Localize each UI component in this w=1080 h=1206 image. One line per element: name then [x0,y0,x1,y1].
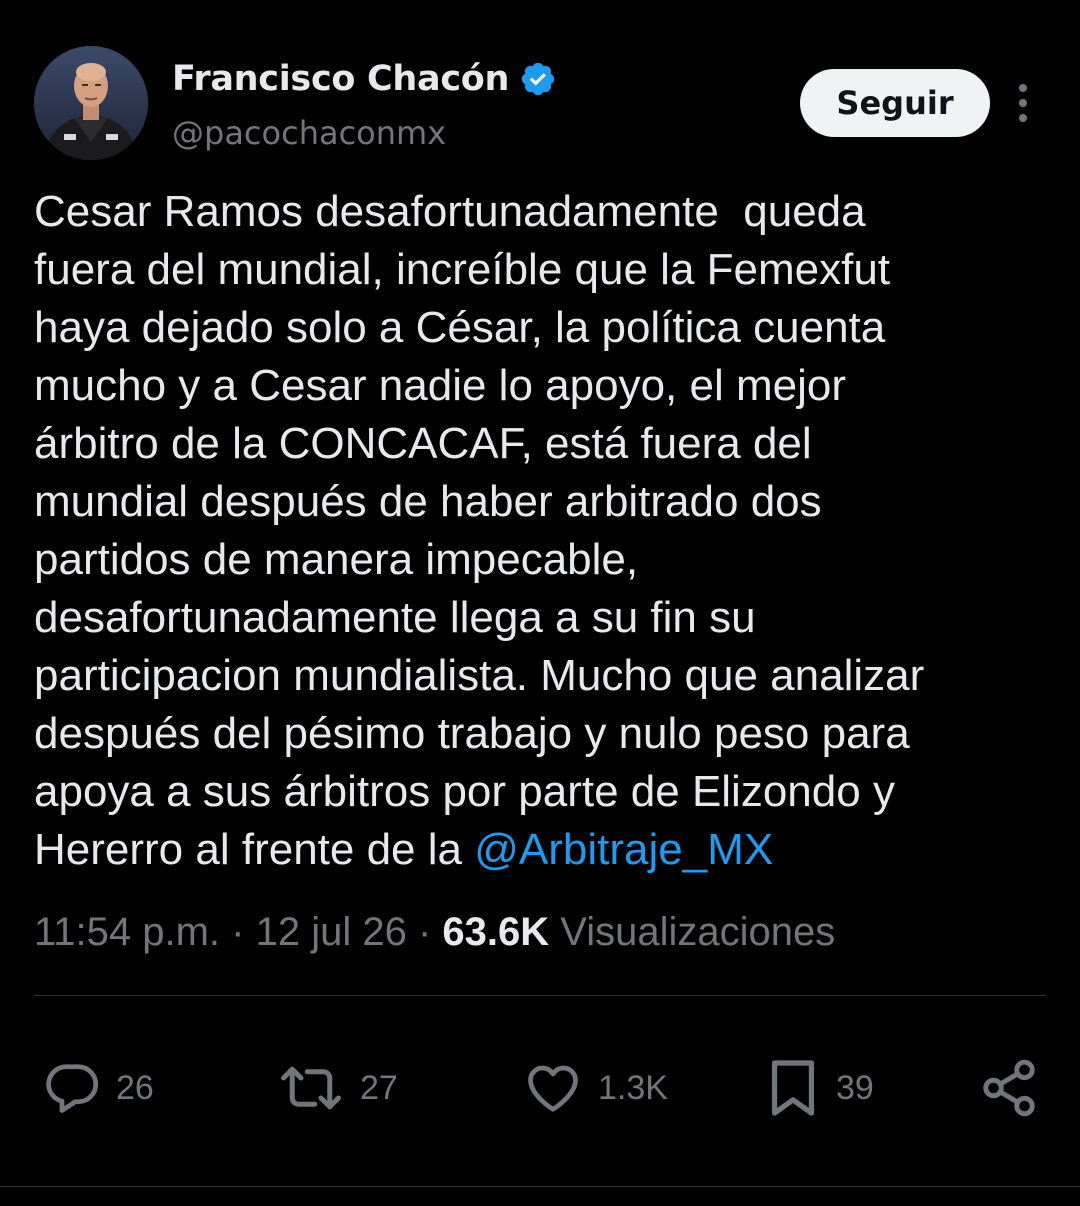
tweet-line: haya dejado solo a César, la política cu… [34,303,886,352]
heart-icon [522,1058,584,1118]
follow-button[interactable]: Seguir [800,69,990,137]
bottom-divider [0,1186,1080,1187]
meta-separator: · [406,910,443,954]
like-button[interactable]: 1.3K [522,1056,668,1120]
tweet-line: mundial después de haber arbitrado dos [34,477,822,526]
tweet-text: Cesar Ramos desafortunadamente queda fue… [34,183,1046,879]
tweet-line: participacion mundialista. Mucho que ana… [34,651,925,700]
tweet-header: Francisco Chacón @pacochaconmx Seguir [34,46,1046,162]
reply-button[interactable]: 26 [42,1056,154,1120]
views-label: Visualizaciones [549,910,836,954]
divider [34,995,1046,996]
tweet-line: Cesar Ramos desafortunadamente queda [34,187,866,236]
name-row: Francisco Chacón [172,54,557,104]
tweet-date[interactable]: 12 jul 26 [256,910,407,954]
mention-link[interactable]: @Arbitraje_MX [474,825,773,874]
tweet-meta: 11:54 p.m. · 12 jul 26 · 63.6K Visualiza… [34,910,835,955]
share-button[interactable] [978,1056,1040,1120]
like-count: 1.3K [598,1068,668,1107]
reply-icon [42,1058,102,1118]
bookmark-button[interactable]: 39 [764,1056,874,1120]
tweet-line: árbitro de la CONCACAF, está fuera del [34,419,812,468]
display-name[interactable]: Francisco Chacón [172,59,509,99]
more-options-icon[interactable] [1010,80,1036,126]
tweet-line: después del pésimo trabajo y nulo peso p… [34,709,910,758]
tweet-line: desafortunadamente llega a su fin su [34,593,756,642]
avatar[interactable] [34,46,148,160]
views-count[interactable]: 63.6K [442,910,549,954]
bookmark-icon [764,1056,822,1120]
tweet-line: fuera del mundial, increíble que la Feme… [34,245,891,294]
tweet-line: mucho y a Cesar nadie lo apoyo, el mejor [34,361,846,410]
meta-separator: · [220,910,256,954]
share-icon [978,1057,1040,1119]
retweet-icon [276,1058,346,1118]
tweet-time[interactable]: 11:54 p.m. [34,910,220,954]
tweet-line-last: Hererro al frente de la @Arbitraje_MX [34,821,1046,879]
tweet-line-text: Hererro al frente de la [34,825,475,874]
reply-count: 26 [116,1068,154,1107]
action-bar: 26 27 1.3K 39 [0,1056,1080,1120]
retweet-button[interactable]: 27 [276,1056,398,1120]
retweet-count: 27 [360,1068,398,1107]
bookmark-count: 39 [836,1068,874,1107]
tweet-line: partidos de manera impecable, [34,535,639,584]
handle[interactable]: @pacochaconmx [172,114,446,152]
tweet-line: apoya a sus árbitros por parte de Elizon… [34,767,895,816]
verified-badge-icon [519,60,557,98]
